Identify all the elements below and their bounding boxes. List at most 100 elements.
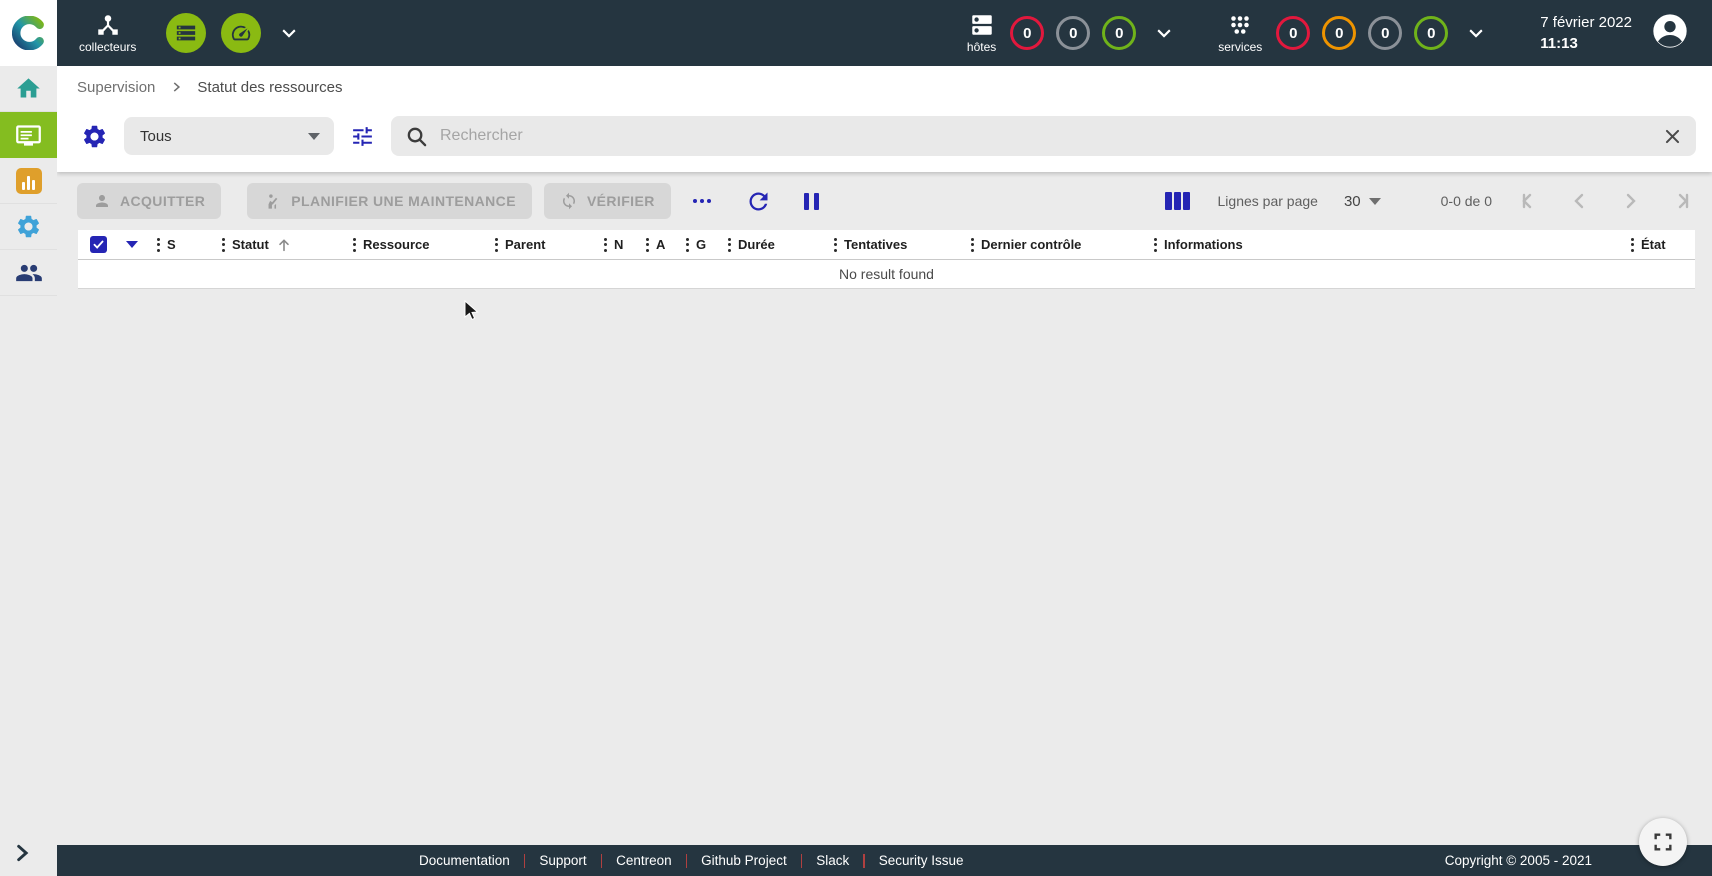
filter-scope-select[interactable]: Tous	[124, 117, 334, 155]
sidebar	[0, 0, 57, 876]
column-header-severity[interactable]: S	[153, 237, 218, 252]
poller-list-button[interactable]	[166, 13, 206, 53]
footer-link-github[interactable]: Github Project	[687, 853, 801, 868]
select-all-cell	[78, 236, 153, 253]
table-header-row: S Statut Ressource Parent N A G Durée Te…	[78, 230, 1695, 260]
drag-handle-icon[interactable]	[604, 238, 607, 252]
monitoring-icon	[15, 122, 42, 149]
drag-handle-icon[interactable]	[971, 238, 974, 252]
check-button[interactable]: VÉRIFIER	[544, 183, 671, 219]
downtime-label: PLANIFIER UNE MAINTENANCE	[291, 193, 516, 209]
footer-link-slack[interactable]: Slack	[802, 853, 863, 868]
drag-handle-icon[interactable]	[222, 238, 225, 252]
clear-search-icon[interactable]	[1663, 127, 1682, 146]
sidebar-expand-button[interactable]	[12, 843, 32, 868]
drag-handle-icon[interactable]	[495, 238, 498, 252]
hosts-up-counter[interactable]: 0	[1102, 16, 1136, 50]
check-icon	[92, 238, 105, 251]
pollers-menu[interactable]: collecteurs	[79, 12, 136, 54]
drag-handle-icon[interactable]	[686, 238, 689, 252]
column-header-tries[interactable]: Tentatives	[830, 237, 967, 252]
services-chevron-icon[interactable]	[1469, 24, 1483, 38]
downtime-button[interactable]: PLANIFIER UNE MAINTENANCE	[247, 183, 532, 219]
services-unknown-counter[interactable]: 0	[1368, 16, 1402, 50]
current-date: 7 février 2022	[1540, 12, 1632, 33]
hosts-unreachable-counter[interactable]: 0	[1056, 16, 1090, 50]
centreon-logo[interactable]	[0, 0, 57, 66]
drag-handle-icon[interactable]	[353, 238, 356, 252]
fullscreen-button[interactable]	[1639, 818, 1687, 866]
column-label: G	[696, 237, 706, 252]
first-page-icon[interactable]	[1518, 189, 1542, 213]
pause-autorefresh-icon[interactable]	[804, 193, 819, 210]
hosts-down-counter[interactable]: 0	[1010, 16, 1044, 50]
services-warning-counter[interactable]: 0	[1322, 16, 1356, 50]
last-page-icon[interactable]	[1668, 189, 1692, 213]
drag-handle-icon[interactable]	[1631, 238, 1634, 252]
select-menu-caret-icon[interactable]	[126, 241, 138, 248]
drag-handle-icon[interactable]	[1154, 238, 1157, 252]
sidebar-item-supervision[interactable]	[0, 112, 57, 158]
previous-page-icon[interactable]	[1568, 189, 1592, 213]
column-header-status[interactable]: Statut	[218, 237, 349, 253]
column-header-resource[interactable]: Ressource	[349, 237, 491, 252]
search-icon	[405, 125, 428, 148]
services-menu[interactable]: services	[1218, 12, 1262, 54]
column-header-duration[interactable]: Durée	[724, 237, 830, 252]
column-label: Ressource	[363, 237, 429, 252]
acknowledge-button[interactable]: ACQUITTER	[77, 183, 221, 219]
drag-handle-icon[interactable]	[834, 238, 837, 252]
filter-settings-gear-icon[interactable]	[81, 123, 108, 150]
column-label: Dernier contrôle	[981, 237, 1081, 252]
filter-bar: Tous	[57, 108, 1712, 172]
hosts-status: hôtes 0 0 0	[967, 12, 1170, 54]
drag-handle-icon[interactable]	[728, 238, 731, 252]
drag-handle-icon[interactable]	[646, 238, 649, 252]
hosts-unreachable-count: 0	[1069, 25, 1077, 42]
pollers-chevron-icon[interactable]	[283, 24, 297, 38]
hosts-chevron-icon[interactable]	[1157, 24, 1171, 38]
sync-icon	[560, 192, 578, 210]
drag-handle-icon[interactable]	[157, 238, 160, 252]
more-actions-icon[interactable]	[693, 199, 711, 203]
footer-link-security[interactable]: Security Issue	[865, 853, 978, 868]
sidebar-item-home[interactable]	[0, 66, 57, 112]
user-menu[interactable]	[1650, 11, 1690, 56]
breadcrumb-supervision[interactable]: Supervision	[77, 79, 155, 96]
column-header-parent[interactable]: Parent	[491, 237, 600, 252]
column-header-state[interactable]: État	[1627, 237, 1695, 252]
current-time: 11:13	[1540, 33, 1632, 54]
column-header-action[interactable]: A	[642, 237, 682, 252]
main-content: ACQUITTER PLANIFIER UNE MAINTENANCE VÉRI…	[57, 172, 1712, 845]
centreon-logo-icon	[12, 16, 46, 50]
rows-per-page-select[interactable]: 30	[1344, 193, 1381, 210]
footer-link-centreon[interactable]: Centreon	[602, 853, 686, 868]
pollers-label: collecteurs	[79, 40, 136, 54]
footer-links: Documentation Support Centreon Github Pr…	[405, 853, 978, 868]
home-icon	[15, 75, 42, 102]
sidebar-item-configuration[interactable]	[0, 204, 57, 250]
search-input[interactable]	[440, 127, 1651, 145]
services-ok-counter[interactable]: 0	[1414, 16, 1448, 50]
select-all-checkbox[interactable]	[90, 236, 107, 253]
column-header-information[interactable]: Informations	[1150, 237, 1627, 252]
column-label: Parent	[505, 237, 545, 252]
services-critical-counter[interactable]: 0	[1276, 16, 1310, 50]
column-header-last-check[interactable]: Dernier contrôle	[967, 237, 1150, 252]
refresh-icon[interactable]	[745, 188, 772, 215]
bar-chart-icon	[16, 168, 42, 194]
services-icon	[1227, 12, 1253, 38]
hosts-menu[interactable]: hôtes	[967, 12, 996, 54]
sidebar-item-reporting[interactable]	[0, 158, 57, 204]
footer-link-support[interactable]: Support	[525, 853, 600, 868]
footer-link-documentation[interactable]: Documentation	[405, 853, 524, 868]
sort-ascending-icon[interactable]	[276, 237, 292, 253]
sidebar-item-administration[interactable]	[0, 250, 57, 296]
column-header-graph[interactable]: G	[682, 237, 724, 252]
next-page-icon[interactable]	[1618, 189, 1642, 213]
filter-tune-icon[interactable]	[350, 124, 375, 149]
column-header-notes[interactable]: N	[600, 237, 642, 252]
poller-gauge-button[interactable]	[221, 13, 261, 53]
pagination-range: 0-0 de 0	[1441, 193, 1492, 209]
edit-columns-icon[interactable]	[1165, 192, 1190, 210]
